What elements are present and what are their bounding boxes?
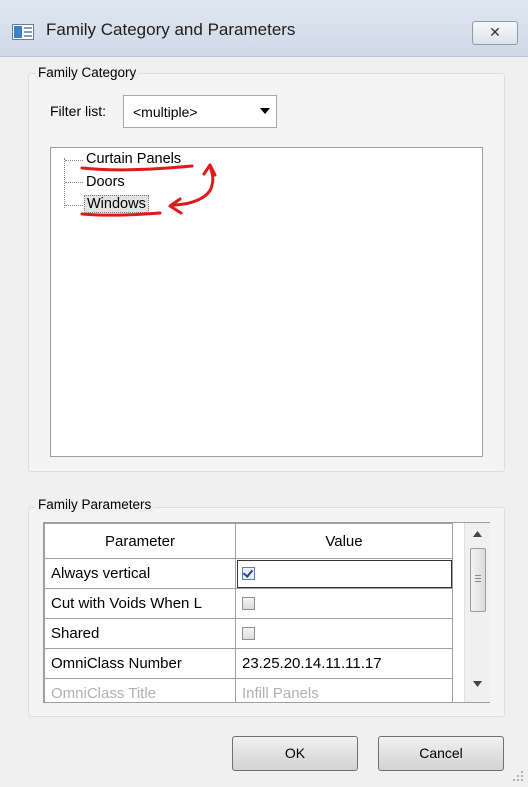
window-title: Family Category and Parameters bbox=[46, 20, 296, 39]
param-name-shared: Shared bbox=[44, 618, 236, 649]
scroll-up-icon[interactable] bbox=[473, 531, 482, 537]
dialog-app-icon bbox=[12, 24, 34, 40]
scrollbar-thumb[interactable] bbox=[470, 548, 486, 612]
close-icon: ✕ bbox=[489, 24, 501, 40]
family-parameters-legend: Family Parameters bbox=[35, 497, 155, 512]
grip-line bbox=[475, 578, 481, 579]
column-header-value[interactable]: Value bbox=[235, 523, 453, 559]
table-row: OmniClass Title Infill Panels bbox=[44, 678, 453, 702]
cut-with-voids-checkbox[interactable] bbox=[242, 596, 255, 610]
param-value-omniclass-title[interactable]: Infill Panels bbox=[235, 678, 453, 702]
tree-item-curtain-panels[interactable]: Curtain Panels bbox=[84, 150, 183, 168]
tree-guide-line bbox=[65, 182, 83, 183]
parameters-grid: Parameter Value Always vertical Cut with… bbox=[43, 522, 490, 703]
param-name-omniclass-title: OmniClass Title bbox=[44, 678, 236, 702]
resize-grip-icon[interactable] bbox=[512, 770, 524, 782]
tree-guide-line bbox=[65, 205, 83, 206]
ok-button[interactable]: OK bbox=[232, 736, 358, 771]
param-value-omniclass-number[interactable]: 23.25.20.14.11.11.17 bbox=[235, 648, 453, 679]
tree-item-windows[interactable]: Windows bbox=[84, 195, 149, 213]
close-button[interactable]: ✕ bbox=[472, 21, 518, 45]
param-name-cut-with-voids: Cut with Voids When L bbox=[44, 588, 236, 619]
param-value-cell[interactable] bbox=[235, 558, 453, 589]
chevron-down-icon bbox=[260, 108, 270, 114]
category-tree[interactable] bbox=[50, 147, 483, 457]
tree-guide-line bbox=[65, 160, 83, 161]
table-row: Always vertical bbox=[44, 558, 453, 589]
filter-list-label: Filter list: bbox=[50, 103, 106, 119]
scroll-down-icon[interactable] bbox=[473, 681, 482, 687]
param-name-omniclass-number: OmniClass Number bbox=[44, 648, 236, 679]
param-value-cell[interactable] bbox=[235, 618, 453, 649]
grip-line bbox=[475, 575, 481, 576]
parameters-scrollbar[interactable] bbox=[464, 523, 490, 702]
cancel-button[interactable]: Cancel bbox=[378, 736, 504, 771]
grip-line bbox=[475, 581, 481, 582]
family-category-legend: Family Category bbox=[35, 65, 140, 80]
shared-checkbox[interactable] bbox=[242, 626, 255, 640]
always-vertical-checkbox[interactable] bbox=[242, 566, 255, 580]
table-row: Shared bbox=[44, 618, 453, 649]
filter-list-dropdown[interactable]: <multiple> bbox=[123, 95, 277, 128]
table-row: Cut with Voids When L bbox=[44, 588, 453, 619]
tree-guide-line bbox=[64, 158, 65, 208]
column-header-parameter[interactable]: Parameter bbox=[44, 523, 236, 559]
tree-item-doors[interactable]: Doors bbox=[84, 173, 127, 191]
parameters-table: Parameter Value Always vertical Cut with… bbox=[44, 523, 453, 702]
filter-list-value: <multiple> bbox=[133, 104, 198, 120]
param-name-always-vertical: Always vertical bbox=[44, 558, 236, 589]
title-bar: Family Category and Parameters ✕ bbox=[0, 0, 528, 57]
table-row: OmniClass Number 23.25.20.14.11.11.17 bbox=[44, 648, 453, 679]
param-value-cell[interactable] bbox=[235, 588, 453, 619]
